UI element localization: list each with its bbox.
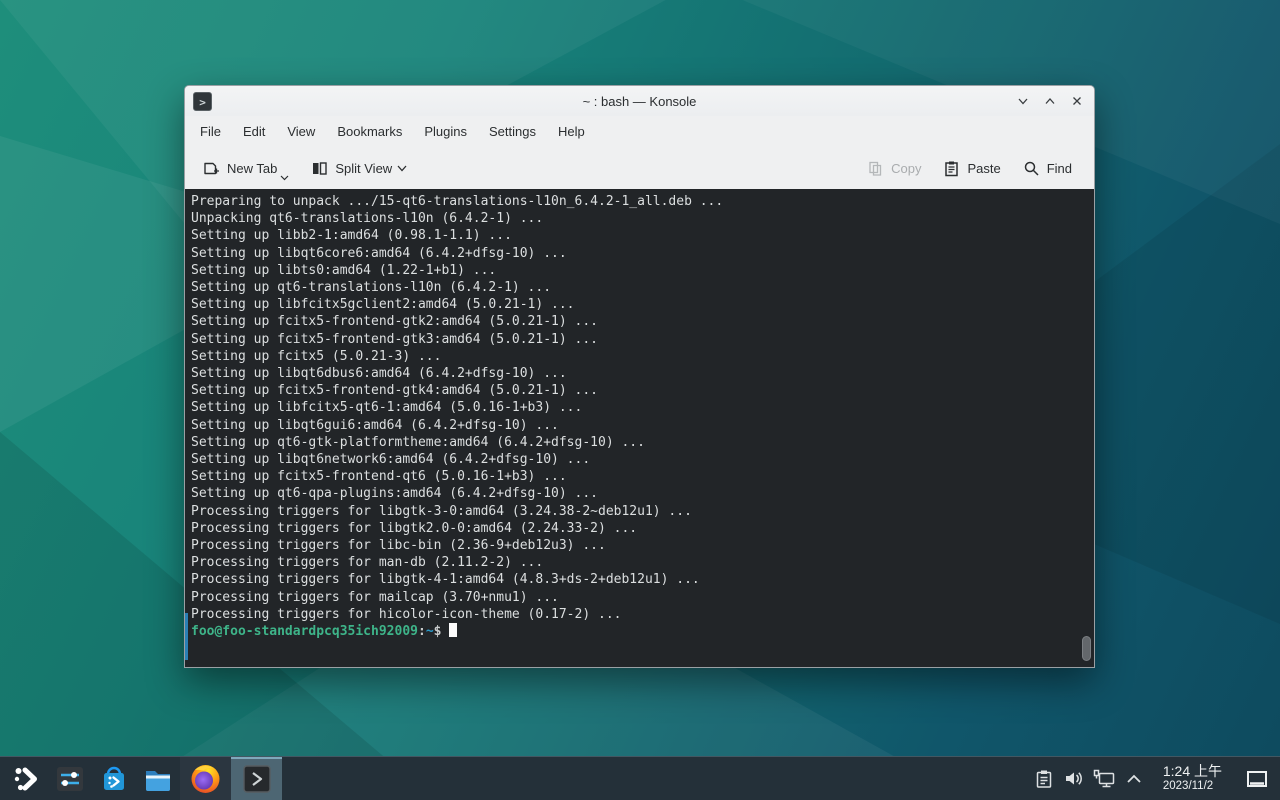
terminal-line: Processing triggers for man-db (2.11.2-2… (191, 554, 1088, 571)
clipboard-tray-button[interactable] (1029, 757, 1059, 800)
terminal-line: Setting up libts0:amd64 (1.22-1+b1) ... (191, 262, 1088, 279)
split-view-label: Split View (335, 161, 392, 176)
window-controls (1014, 92, 1086, 110)
taskbar-task-firefox[interactable] (180, 757, 231, 800)
close-button[interactable] (1068, 92, 1086, 110)
file-manager-button[interactable] (136, 757, 180, 800)
terminal-line: Setting up libqt6network6:amd64 (6.4.2+d… (191, 451, 1088, 468)
minimize-button[interactable] (1014, 92, 1032, 110)
menu-bar: FileEditViewBookmarksPluginsSettingsHelp (185, 116, 1094, 147)
view-split-icon (311, 160, 328, 177)
dolphin-file-manager-icon (143, 764, 173, 794)
tab-new-icon (203, 160, 220, 177)
paste-button[interactable]: Paste (935, 154, 1008, 183)
digital-clock[interactable]: 1:24 上午 2023/11/2 (1149, 764, 1232, 792)
clock-time: 1:24 上午 (1163, 764, 1222, 779)
terminal-line: Setting up libqt6dbus6:amd64 (6.4.2+dfsg… (191, 365, 1088, 382)
show-desktop-icon (1246, 770, 1268, 788)
terminal-line: Processing triggers for mailcap (3.70+nm… (191, 589, 1088, 606)
discover-button[interactable] (92, 757, 136, 800)
find-label: Find (1047, 161, 1072, 176)
volume-tray-button[interactable] (1059, 757, 1089, 800)
chevron-down-icon (280, 175, 289, 181)
taskbar-task-konsole[interactable] (231, 757, 282, 800)
find-button[interactable]: Find (1015, 154, 1080, 183)
clipboard-icon (1034, 769, 1054, 789)
menu-item[interactable]: Edit (232, 118, 276, 145)
chevron-up-icon (1126, 774, 1142, 784)
terminal-line: Preparing to unpack .../15-qt6-translati… (191, 193, 1088, 210)
menu-item[interactable]: View (276, 118, 326, 145)
window-title: ~ : bash — Konsole (185, 94, 1094, 109)
konsole-window: > ~ : bash — Konsole FileEditViewBookmar… (184, 85, 1095, 668)
konsole-icon (242, 764, 272, 794)
menu-item[interactable]: Bookmarks (326, 118, 413, 145)
prompt-user-host: foo@foo-standardpcq35ich92009 (191, 624, 418, 639)
terminal-lines: Preparing to unpack .../15-qt6-translati… (191, 193, 1088, 623)
new-output-marker (185, 613, 188, 660)
terminal-line: Setting up libfcitx5-qt6-1:amd64 (5.0.16… (191, 399, 1088, 416)
terminal-line: Setting up libb2-1:amd64 (0.98.1-1.1) ..… (191, 227, 1088, 244)
terminal-line: Setting up qt6-translations-l10n (6.4.2-… (191, 279, 1088, 296)
terminal-cursor (449, 623, 457, 637)
menu-item[interactable]: Settings (478, 118, 547, 145)
terminal-line: Setting up qt6-gtk-platformtheme:amd64 (… (191, 434, 1088, 451)
terminal-line: Setting up qt6-qpa-plugins:amd64 (6.4.2+… (191, 485, 1088, 502)
terminal-line: Setting up fcitx5-frontend-gtk3:amd64 (5… (191, 331, 1088, 348)
terminal-line: Processing triggers for libgtk2.0-0:amd6… (191, 520, 1088, 537)
maximize-button[interactable] (1041, 92, 1059, 110)
terminal-line: Processing triggers for libgtk-3-0:amd64… (191, 503, 1088, 520)
show-desktop-button[interactable] (1240, 757, 1274, 800)
terminal-line: Setting up fcitx5-frontend-gtk2:amd64 (5… (191, 313, 1088, 330)
menu-item[interactable]: Help (547, 118, 596, 145)
copy-button[interactable]: Copy (859, 154, 929, 183)
application-launcher-button[interactable] (4, 757, 48, 800)
volume-icon (1063, 768, 1084, 789)
window-titlebar[interactable]: > ~ : bash — Konsole (185, 86, 1094, 116)
shell-prompt: foo@foo-standardpcq35ich92009:~$ (191, 623, 1088, 640)
terminal-line: Setting up libqt6core6:amd64 (6.4.2+dfsg… (191, 245, 1088, 262)
menu-item[interactable]: Plugins (413, 118, 478, 145)
paste-label: Paste (967, 161, 1000, 176)
network-icon (1092, 768, 1116, 790)
terminal-output[interactable]: Preparing to unpack .../15-qt6-translati… (185, 189, 1094, 667)
firefox-icon (190, 763, 221, 794)
prompt-separator: : (418, 624, 426, 639)
terminal-line: Processing triggers for hicolor-icon-the… (191, 606, 1088, 623)
network-tray-button[interactable] (1089, 757, 1119, 800)
copy-label: Copy (891, 161, 921, 176)
prompt-symbol: $ (434, 624, 442, 639)
terminal-line: Unpacking qt6-translations-l10n (6.4.2-1… (191, 210, 1088, 227)
system-settings-button[interactable] (48, 757, 92, 800)
terminal-line: Setting up fcitx5 (5.0.21-3) ... (191, 348, 1088, 365)
prompt-path: ~ (426, 624, 434, 639)
discover-store-icon (99, 764, 129, 794)
search-icon (1023, 160, 1040, 177)
terminal-line: Setting up libfcitx5gclient2:amd64 (5.0.… (191, 296, 1088, 313)
new-tab-button[interactable]: New Tab (195, 154, 297, 183)
chevron-up-icon (1044, 95, 1056, 107)
close-icon (1071, 95, 1083, 107)
terminal-line: Setting up fcitx5-frontend-qt6 (5.0.16-1… (191, 468, 1088, 485)
new-tab-label: New Tab (227, 161, 277, 176)
menu-item[interactable]: File (189, 118, 232, 145)
terminal-line: Processing triggers for libgtk-4-1:amd64… (191, 571, 1088, 588)
edit-copy-icon (867, 160, 884, 177)
clock-date: 2023/11/2 (1163, 780, 1213, 793)
chevron-down-icon (397, 165, 407, 172)
terminal-scrollbar[interactable] (1082, 636, 1091, 661)
chevron-down-icon (1017, 95, 1029, 107)
split-view-button[interactable]: Split View (303, 154, 415, 183)
terminal-line: Setting up fcitx5-frontend-gtk4:amd64 (5… (191, 382, 1088, 399)
terminal-line: Processing triggers for libc-bin (2.36-9… (191, 537, 1088, 554)
application-launcher-icon (12, 765, 40, 793)
tray-expander-button[interactable] (1119, 757, 1149, 800)
toolbar: New Tab Split View Copy Past (185, 147, 1094, 189)
system-settings-icon (55, 764, 85, 794)
edit-paste-icon (943, 160, 960, 177)
terminal-line: Setting up libqt6gui6:amd64 (6.4.2+dfsg-… (191, 417, 1088, 434)
taskbar-panel: 1:24 上午 2023/11/2 (0, 756, 1280, 800)
